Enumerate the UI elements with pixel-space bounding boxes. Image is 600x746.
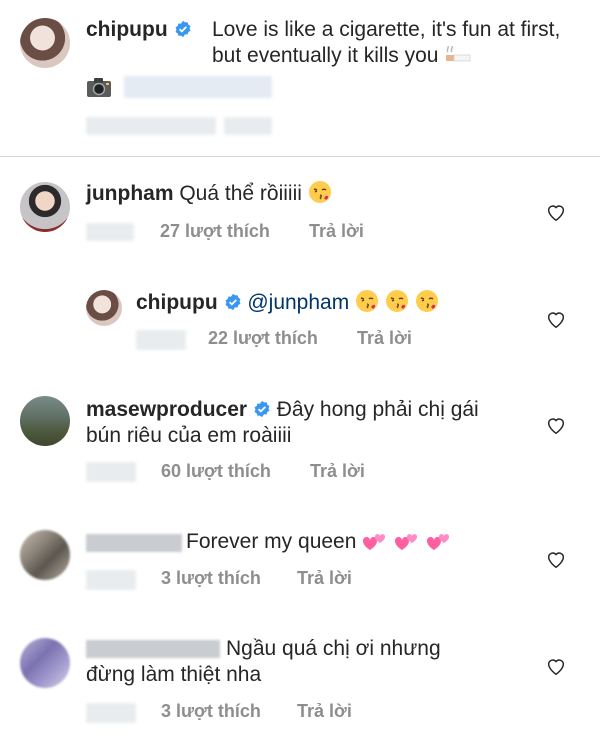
like-count[interactable]: 3 lượt thích: [161, 701, 261, 722]
reply-button[interactable]: Trả lời: [297, 701, 352, 722]
reply-button[interactable]: Trả lời: [297, 568, 352, 589]
post-caption: Love is like a cigarette, it's fun at fi…: [212, 17, 592, 69]
redacted-post-meta: [224, 117, 272, 135]
like-count[interactable]: 27 lượt thích: [160, 221, 270, 242]
redacted-post-date: [86, 117, 216, 135]
heart-outline-icon[interactable]: [545, 201, 567, 223]
comment-junpham: junpham Quá thể rồiiiii: [86, 180, 332, 207]
reply-button[interactable]: Trả lời: [309, 221, 364, 242]
caption-divider: [0, 156, 600, 157]
mention-link[interactable]: @junpham: [247, 291, 349, 314]
redacted-comment-time: [86, 703, 136, 723]
face-blowing-kiss-emoji: [385, 290, 408, 312]
reply-button[interactable]: Trả lời: [357, 328, 412, 349]
comment-text-line-2: đừng làm thiệt nha: [86, 663, 262, 686]
comment-text-line-1: Đây hong phải chị gái: [276, 398, 479, 421]
comment-text-line-2: bún riêu của em roàiiii: [86, 424, 292, 447]
face-blowing-kiss-emoji: [308, 181, 331, 203]
like-count[interactable]: 22 lượt thích: [208, 328, 318, 349]
heart-outline-icon[interactable]: [545, 308, 567, 330]
camera-emoji: [87, 78, 111, 97]
post-author-username[interactable]: chipupu: [86, 18, 168, 41]
comment-username[interactable]: masewproducer: [86, 398, 247, 421]
face-blowing-kiss-emoji: [415, 290, 438, 312]
commenter-avatar[interactable]: [20, 396, 70, 446]
heart-outline-icon[interactable]: [545, 655, 567, 677]
redacted-caption-handle: [124, 76, 272, 98]
face-blowing-kiss-emoji: [356, 290, 379, 312]
redacted-username[interactable]: [86, 640, 220, 658]
two-hearts-emoji: [426, 534, 449, 550]
redacted-comment-time: [86, 462, 136, 482]
post-author-avatar[interactable]: [20, 18, 70, 68]
comment-forever: Forever my queen: [186, 529, 452, 555]
reply-button[interactable]: Trả lời: [310, 461, 365, 482]
redacted-comment-time: [86, 223, 134, 241]
verified-badge-icon: [175, 20, 190, 38]
cigarette-emoji: [446, 45, 471, 62]
redacted-comment-time: [136, 330, 186, 350]
commenter-avatar[interactable]: [86, 290, 122, 326]
commenter-avatar[interactable]: [20, 182, 70, 232]
comment-username[interactable]: junpham: [86, 182, 174, 205]
caption-text: Love is like a cigarette, it's fun at fi…: [212, 18, 561, 67]
comment-text: Forever my queen: [186, 530, 357, 553]
two-hearts-emoji: [363, 534, 386, 550]
heart-outline-icon[interactable]: [545, 414, 567, 436]
comment-text: Quá thể rồiiiii: [179, 182, 302, 205]
comment-chipupu-reply: chipupu @junpham: [136, 289, 439, 316]
comment-username[interactable]: chipupu: [136, 291, 218, 314]
comment-masewproducer: masewproducer Đây hong phải chị gái: [86, 397, 479, 423]
commenter-avatar[interactable]: [20, 530, 70, 580]
caption-line-1: chipupu: [86, 17, 192, 43]
commenter-avatar[interactable]: [20, 638, 70, 688]
redacted-username[interactable]: [86, 534, 182, 552]
two-hearts-emoji: [395, 534, 418, 550]
like-count[interactable]: 3 lượt thích: [161, 568, 261, 589]
heart-outline-icon[interactable]: [545, 548, 567, 570]
verified-badge-icon: [225, 293, 240, 311]
like-count[interactable]: 60 lượt thích: [161, 461, 271, 482]
redacted-comment-time: [86, 570, 136, 590]
verified-badge-icon: [254, 400, 270, 418]
comment-text-line-1: Ngầu quá chị ơi nhưng: [226, 637, 441, 660]
